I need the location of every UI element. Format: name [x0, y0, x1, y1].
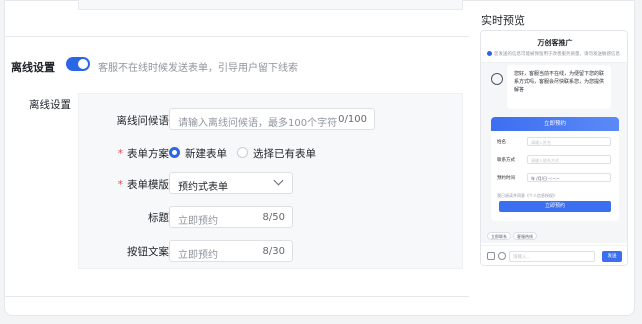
form-field-input: 请输入联系方式	[527, 155, 611, 164]
template-select[interactable]: 预约式表单	[169, 172, 293, 194]
radio-new-form-label[interactable]: 新建表单	[185, 146, 227, 161]
button-text-label: 按钮文案	[127, 246, 169, 258]
headset-icon	[491, 73, 503, 85]
preview-header: 万创客推广 您发送的信息可能被保留用于改善服务质量，请勿发送敏感信息	[481, 31, 627, 63]
required-mark: *	[117, 148, 123, 160]
title-label: 标题	[148, 212, 169, 224]
divider	[4, 36, 469, 37]
chat-bubble: 您好，客服当前不在线，为便留下您的联系方式吗，客服会尽快联系您，为您提供解答	[507, 65, 611, 109]
radio-new-form[interactable]	[169, 147, 180, 158]
form-field-input: 年 /月/日 --:--:--	[527, 173, 611, 182]
title-value: 立即预约	[178, 216, 218, 227]
radio-existing-form-label[interactable]: 选择已有表单	[253, 146, 316, 161]
chip: 客服热线	[513, 232, 537, 240]
preview-title: 实时预览	[481, 14, 525, 27]
divider	[4, 296, 469, 297]
offline-section-label: 离线设置	[29, 99, 71, 111]
form-agreement: 我已阅读并同意《个人信息授权》	[497, 193, 557, 198]
title-input[interactable]: 立即预约 8/50	[169, 206, 293, 228]
offline-toggle-description: 客服不在线时候发送表单，引导用户留下线索	[98, 63, 298, 74]
template-label: * 表单模版	[79, 177, 169, 192]
offline-settings-label: 离线设置	[11, 61, 55, 74]
preview-input-bar: 请输入... 发送	[481, 245, 627, 265]
form-field-input: 请输入姓名	[527, 137, 611, 146]
preview-notice-text: 您发送的信息可能被保留用于改善服务质量，请勿发送敏感信息	[494, 52, 620, 57]
form-card-header: 立即预约	[491, 117, 619, 131]
offline-toggle[interactable]	[66, 57, 90, 71]
template-label-text: 表单模版	[127, 179, 169, 191]
button-text-input[interactable]: 立即预约 8/30	[169, 240, 293, 262]
title-counter: 8/50	[262, 212, 285, 223]
preview-send-button: 发送	[602, 251, 622, 262]
form-submit-button: 立即预约	[499, 201, 611, 212]
plus-icon	[498, 252, 506, 260]
preview-app-name: 万创客推广	[537, 39, 573, 47]
preview-notice: 您发送的信息可能被保留用于改善服务质量，请勿发送敏感信息	[487, 51, 620, 57]
greeting-placeholder: 请输入离线问候语，最多100个字符	[178, 118, 338, 129]
button-text-counter: 8/30	[262, 246, 285, 257]
toggle-knob	[78, 59, 88, 69]
grid-icon	[487, 252, 495, 260]
greeting-input[interactable]: 请输入离线问候语，最多100个字符 0/100	[169, 108, 375, 130]
greeting-counter: 0/100	[338, 114, 367, 125]
form-field-label: 姓名	[497, 140, 506, 145]
preview-message-input: 请输入...	[509, 251, 595, 262]
button-text-value: 立即预约	[178, 250, 218, 261]
chip: 立即联系	[487, 232, 511, 240]
greeting-label: 离线问候语	[116, 115, 170, 127]
mobile-preview: 万创客推广 您发送的信息可能被保留用于改善服务质量，请勿发送敏感信息 您好，客服…	[480, 30, 628, 266]
template-select-value: 预约式表单	[178, 182, 228, 193]
chevron-down-icon	[273, 175, 284, 186]
radio-existing-form[interactable]	[237, 147, 248, 158]
form-field-label: 预约时间	[497, 176, 515, 181]
scheme-label-text: 表单方案	[127, 148, 169, 160]
preview-form-card: 立即预约 姓名 请输入姓名 联系方式 请输入联系方式 预约时间 年 /月/日 -…	[491, 117, 619, 221]
form-field-label: 联系方式	[497, 158, 515, 163]
offline-form-panel: 离线问候语 请输入离线问候语，最多100个字符 0/100 * 表单方案 新建表单…	[78, 93, 463, 269]
required-mark: *	[117, 179, 123, 191]
info-icon	[487, 51, 492, 56]
previous-section-panel	[78, 0, 463, 10]
scheme-label: * 表单方案	[79, 146, 169, 161]
